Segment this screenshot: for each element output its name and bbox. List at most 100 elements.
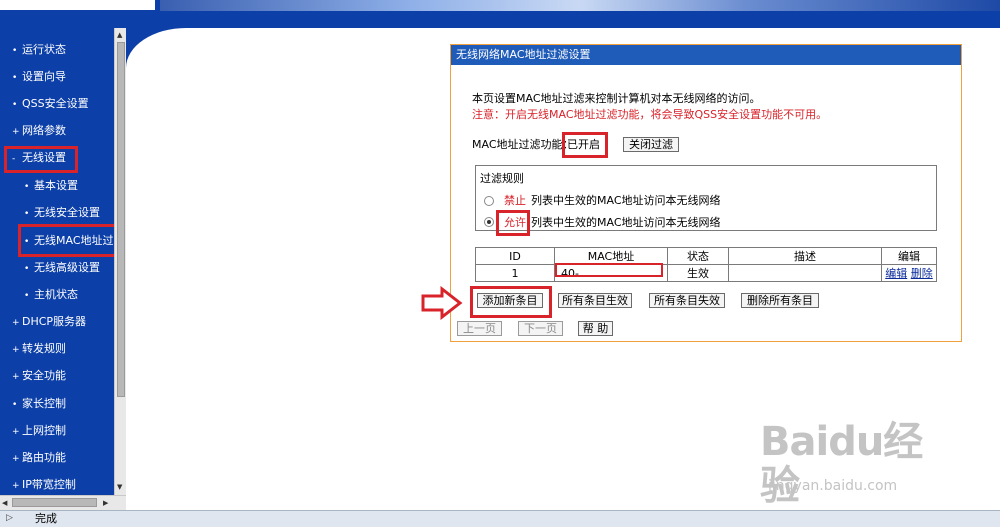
bullet-icon: • xyxy=(12,46,18,56)
scroll-down-icon[interactable]: ▼ xyxy=(117,482,122,492)
sidebar-item-label: QSS安全设置 xyxy=(22,97,89,110)
sidebar-item-dhcp[interactable]: + DHCP服务器 xyxy=(12,312,86,332)
allow-rule-text: 列表中生效的MAC地址访问本无线网络 xyxy=(531,216,721,229)
mac-redaction-box xyxy=(555,263,663,277)
status-text: 完成 xyxy=(35,512,57,525)
scroll-left-icon[interactable]: ◀ xyxy=(2,498,7,508)
expand-icon: + xyxy=(12,318,20,328)
watermark: Baidu经验 jingyan.baidu.com xyxy=(760,418,960,508)
header-edit: 编辑 xyxy=(881,247,937,265)
watermark-logo: Baidu经验 xyxy=(760,419,923,509)
expand-icon: + xyxy=(12,372,20,382)
panel-title: 无线网络MAC地址过滤设置 xyxy=(451,45,961,65)
sidebar-item-bandwidth[interactable]: + IP带宽控制 xyxy=(12,475,76,495)
bullet-icon: • xyxy=(12,100,18,110)
delete-link[interactable]: 删除 xyxy=(911,267,933,280)
status-bar: ▷ 完成 xyxy=(0,510,1000,527)
sidebar-item-label: 家长控制 xyxy=(22,397,66,410)
highlight-box-add xyxy=(470,286,552,318)
header-id: ID xyxy=(475,247,555,265)
disable-all-button[interactable]: 所有条目失效 xyxy=(649,293,725,308)
intro-text: 本页设置MAC地址过滤来控制计算机对本无线网络的访问。 xyxy=(472,92,761,105)
page-icon: ▷ xyxy=(6,513,13,523)
bullet-icon: • xyxy=(24,264,30,274)
sidebar-item-wireless-security[interactable]: • 无线安全设置 xyxy=(24,203,100,223)
banner-image xyxy=(160,0,1000,11)
table-row: 1 40- 生效 编辑 删除 xyxy=(475,264,937,282)
sidebar-item-label: DHCP服务器 xyxy=(22,315,87,328)
mac-filter-panel: 无线网络MAC地址过滤设置 本页设置MAC地址过滤来控制计算机对本无线网络的访问… xyxy=(450,44,962,342)
sidebar-item-label: 设置向导 xyxy=(22,70,66,83)
sidebar-item-routing[interactable]: + 路由功能 xyxy=(12,448,66,468)
bullet-icon: • xyxy=(12,400,18,410)
highlight-box-wireless xyxy=(4,146,78,173)
help-button[interactable]: 帮 助 xyxy=(578,321,613,336)
edit-link[interactable]: 编辑 xyxy=(885,267,907,280)
header-mac: MAC地址 xyxy=(554,247,668,265)
sidebar-item-forwarding[interactable]: + 转发规则 xyxy=(12,339,66,359)
sidebar-item-label: 路由功能 xyxy=(22,451,66,464)
scrollbar-thumb[interactable] xyxy=(117,42,125,397)
deny-rule-text: 列表中生效的MAC地址访问本无线网络 xyxy=(531,194,721,207)
highlight-box-mac-filter xyxy=(18,224,114,257)
header-desc: 描述 xyxy=(728,247,882,265)
sidebar-item-label: 主机状态 xyxy=(34,288,78,301)
sidebar-item-network[interactable]: + 网络参数 xyxy=(12,121,66,141)
highlight-box-status xyxy=(562,132,608,158)
scroll-right-icon[interactable]: ▶ xyxy=(103,498,108,508)
sidebar-item-parental[interactable]: • 家长控制 xyxy=(12,394,66,414)
banner-left-strip xyxy=(0,0,155,10)
close-filter-button[interactable]: 关闭过滤 xyxy=(623,137,679,152)
enable-all-button[interactable]: 所有条目生效 xyxy=(558,293,632,308)
filter-status-label: MAC地址过滤功能： xyxy=(472,138,574,151)
sidebar-item-label: 上网控制 xyxy=(22,424,66,437)
expand-icon: + xyxy=(12,427,20,437)
expand-icon: + xyxy=(12,454,20,464)
arrow-right-icon xyxy=(421,286,463,320)
expand-icon: + xyxy=(12,345,20,355)
bullet-icon: • xyxy=(24,209,30,219)
expand-icon: + xyxy=(12,127,20,137)
row-id: 1 xyxy=(475,264,555,282)
sidebar-item-security[interactable]: + 安全功能 xyxy=(12,366,66,386)
top-banner xyxy=(0,0,1000,28)
row-desc xyxy=(728,264,882,282)
next-page-button[interactable]: 下一页 xyxy=(518,321,563,336)
sidebar-item-label: IP带宽控制 xyxy=(22,478,76,491)
header-status: 状态 xyxy=(667,247,729,265)
deny-word: 禁止 xyxy=(504,194,526,207)
sidebar-item-label: 转发规则 xyxy=(22,342,66,355)
sidebar-item-wizard[interactable]: • 设置向导 xyxy=(12,67,66,87)
filter-rules-title: 过滤规则 xyxy=(480,172,524,185)
highlight-box-allow xyxy=(496,210,530,236)
sidebar-item-label: 运行状态 xyxy=(22,43,66,56)
sidebar-item-qss[interactable]: • QSS安全设置 xyxy=(12,94,89,114)
scroll-up-icon[interactable]: ▲ xyxy=(117,30,122,40)
sidebar-nav: • 运行状态 • 设置向导 • QSS安全设置 + 网络参数 - 无线设置 • 基本设置 •… xyxy=(0,28,114,510)
prev-page-button[interactable]: 上一页 xyxy=(457,321,502,336)
sidebar-item-label: 无线高级设置 xyxy=(34,261,100,274)
scrollbar-thumb[interactable] xyxy=(12,498,97,507)
filter-rules-fieldset: 过滤规则 禁止 列表中生效的MAC地址访问本无线网络 允许 列表中生效的MAC地… xyxy=(475,165,937,236)
row-status: 生效 xyxy=(667,264,729,282)
warning-text: 注意：开启无线MAC地址过滤功能，将会导致QSS安全设置功能不可用。 xyxy=(472,108,828,121)
bullet-icon: • xyxy=(24,291,30,301)
sidebar-item-label: 安全功能 xyxy=(22,369,66,382)
sidebar-item-wireless-basic[interactable]: • 基本设置 xyxy=(24,176,78,196)
expand-icon: + xyxy=(12,481,20,491)
deny-radio[interactable] xyxy=(484,196,494,206)
sidebar-item-label: 无线安全设置 xyxy=(34,206,100,219)
bullet-icon: • xyxy=(24,182,30,192)
sidebar-item-access-control[interactable]: + 上网控制 xyxy=(12,421,66,441)
sidebar-item-wireless-advanced[interactable]: • 无线高级设置 xyxy=(24,258,100,278)
table-header-row: ID MAC地址 状态 描述 编辑 xyxy=(475,247,937,265)
sidebar-item-label: 网络参数 xyxy=(22,124,66,137)
mac-table: ID MAC地址 状态 描述 编辑 1 40- 生效 编辑 删除 xyxy=(475,247,937,282)
sidebar-item-host-status[interactable]: • 主机状态 xyxy=(24,285,78,305)
watermark-url: jingyan.baidu.com xyxy=(768,478,898,494)
delete-all-button[interactable]: 删除所有条目 xyxy=(741,293,819,308)
sidebar-item-label: 基本设置 xyxy=(34,179,78,192)
sidebar-item-status[interactable]: • 运行状态 xyxy=(12,40,66,60)
allow-radio[interactable] xyxy=(484,217,494,227)
sidebar-horizontal-scrollbar[interactable]: ◀ ▶ xyxy=(0,495,126,510)
